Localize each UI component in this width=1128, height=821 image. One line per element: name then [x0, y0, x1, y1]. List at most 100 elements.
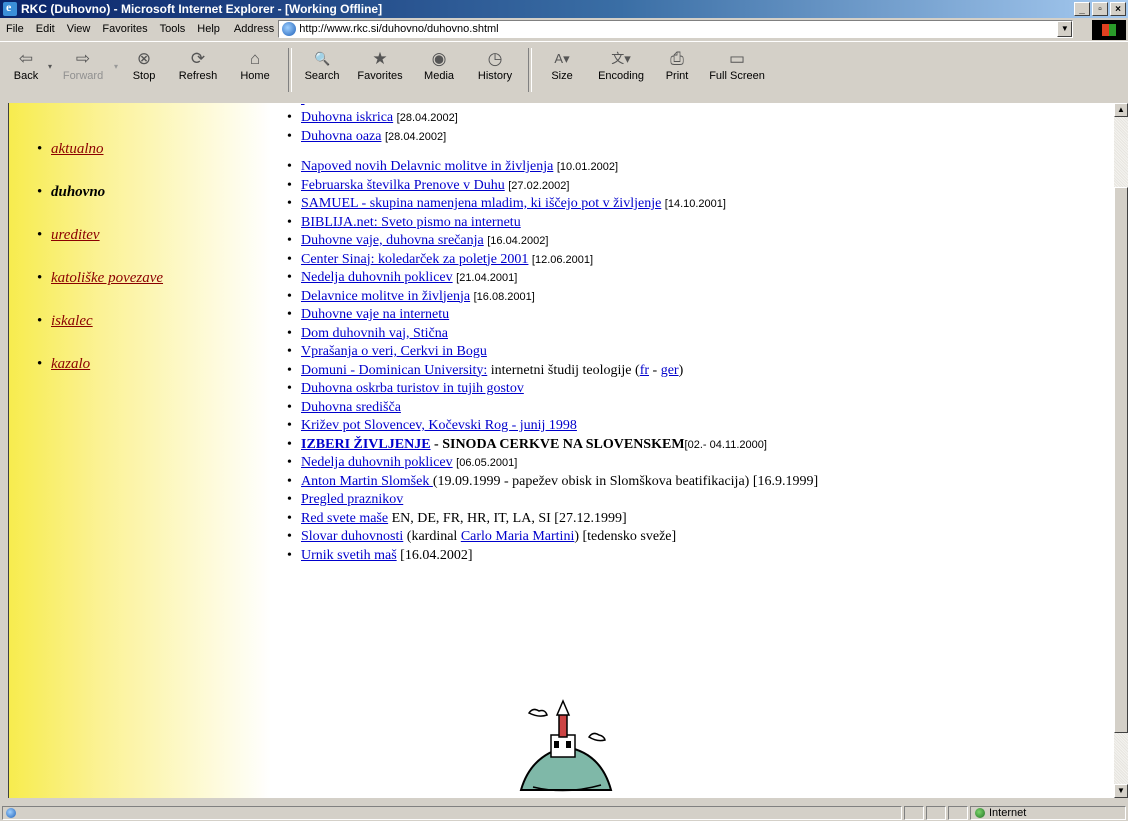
status-pane [926, 806, 946, 820]
sidebar-item-duhovno: • duhovno [37, 184, 106, 200]
list-text: internetni študij teologije ( [487, 362, 640, 378]
list-link[interactable]: Duhovne vaje na internetu [301, 307, 449, 322]
list-link[interactable]: Duhovne vaje, duhovna srečanja [301, 233, 484, 248]
print-icon: ⎙ [670, 49, 684, 68]
menu-view[interactable]: View [61, 23, 97, 35]
size-button[interactable]: A▾ Size [536, 42, 588, 94]
date-label: [14.10.2001] [664, 198, 726, 210]
sidebar-nav: • aktualno • duhovno • ureditev • katoliške … [37, 141, 163, 399]
scroll-down-icon[interactable]: ▼ [1114, 784, 1128, 798]
menu-bar: File Edit View Favorites Tools Help Addr… [0, 18, 1128, 40]
list-link[interactable]: Red svete maše [301, 511, 388, 526]
encoding-icon: 文▾ [611, 51, 631, 66]
list-link[interactable]: Duhovna oskrba turistov in tujih gostov [301, 381, 524, 396]
print-button[interactable]: ⎙ Print [654, 42, 700, 94]
list-link[interactable]: Center Sinaj: koledarček za poletje 2001 [301, 252, 528, 267]
status-text-pane [2, 806, 902, 820]
sidebar-link-aktualno[interactable]: aktualno [51, 141, 104, 158]
list-link[interactable]: Vprašanja o veri, Cerkvi in Bogu [301, 344, 487, 359]
list-link[interactable]: SAMUEL - skupina namenjena mladim, ki iš… [301, 196, 661, 211]
media-button[interactable]: ◉ Media [412, 42, 466, 94]
back-button[interactable]: ⇦ Back [4, 42, 48, 94]
list-link[interactable]: BIBLIJA.net: Sveto pismo na internetu [301, 215, 521, 230]
list-link[interactable]: Križev pot Slovencev, Kočevski Rog - jun… [301, 418, 577, 433]
page-icon [282, 22, 297, 36]
link-list: • •Duhovna iskrica [28.04.2002] •Duhovna… [287, 103, 818, 565]
list-link[interactable]: Delavnice molitve in življenja [301, 289, 470, 304]
sidebar-link-iskalec[interactable]: iskalec [51, 313, 93, 330]
list-link[interactable]: Pregled praznikov [301, 492, 403, 507]
list-item: • Duhovne vaje na internetu [287, 307, 450, 322]
scroll-thumb[interactable] [1114, 187, 1128, 733]
refresh-icon: ⟳ [190, 49, 206, 68]
sidebar-item-kazalo: • kazalo [37, 356, 91, 373]
list-item: • Duhovna središča [287, 399, 401, 415]
menu-file[interactable]: File [0, 23, 30, 35]
sidebar-item-katoliske-povezave: • katoliške povezave [37, 270, 164, 287]
list-link[interactable]: Duhovna oaza [301, 129, 381, 144]
list-link[interactable]: Duhovna iskrica [301, 110, 393, 125]
list-link[interactable]: Urnik svetih maš [301, 548, 397, 563]
left-sidebar: • aktualno • duhovno • ureditev • katoliške … [9, 103, 271, 798]
date-label: [28.04.2002] [384, 130, 447, 143]
sidebar-link-kazalo[interactable]: kazalo [51, 356, 90, 373]
list-item: • Domuni - Dominican University: internet… [287, 362, 684, 378]
internet-zone-icon [975, 808, 985, 818]
encoding-label: Encoding [598, 70, 644, 82]
sidebar-item-ureditev: • ureditev [37, 227, 100, 244]
list-item: • Anton Martin Slomšek (19.09.1999 - pape… [287, 473, 819, 489]
scroll-up-icon[interactable]: ▲ [1114, 103, 1128, 117]
history-button[interactable]: ◷ History [466, 42, 524, 94]
stop-icon: ⊗ [136, 49, 152, 68]
menu-edit[interactable]: Edit [30, 23, 61, 35]
close-button[interactable]: × [1110, 2, 1126, 16]
list-link[interactable]: Duhovna središča [301, 400, 401, 415]
list-item: • Duhovna oskrba turistov in tujih gostov [287, 381, 524, 396]
maximize-button[interactable]: ▫ [1092, 2, 1108, 16]
list-spacer [287, 146, 818, 158]
list-link-fr[interactable]: fr [640, 363, 649, 378]
list-link-ger[interactable]: ger [661, 363, 679, 378]
security-zone-label: Internet [989, 807, 1027, 819]
favorites-icon: ★ [372, 49, 388, 68]
sidebar-link-katoliske-povezave[interactable]: katoliške povezave [51, 270, 163, 287]
forward-button[interactable]: ⇨ Forward [52, 42, 114, 94]
home-button[interactable]: ⌂ Home [226, 42, 284, 94]
list-link[interactable]: Slovar duhovnosti [301, 529, 403, 544]
address-bar: Address http://www.rkc.si/duhovno/duhovn… [234, 20, 1074, 38]
list-link[interactable]: Anton Martin Slomšek [301, 474, 433, 489]
list-item: • IZBERI ŽIVLJENJE - SINODA CERKVE NA SLO… [287, 436, 818, 455]
vertical-scrollbar[interactable]: ▲ ▼ [1114, 103, 1128, 798]
address-input[interactable]: http://www.rkc.si/duhovno/duhovno.shtml … [278, 20, 1074, 38]
list-item: • Dom duhovnih vaj, Stična [287, 325, 448, 341]
list-link[interactable]: IZBERI ŽIVLJENJE [301, 437, 431, 452]
status-pane [904, 806, 924, 820]
refresh-button[interactable]: ⟳ Refresh [170, 42, 226, 94]
full-screen-button[interactable]: ▭ Full Screen [700, 42, 774, 94]
sidebar-link-ureditev[interactable]: ureditev [51, 227, 100, 244]
favorites-button[interactable]: ★ Favorites [348, 42, 412, 94]
encoding-button[interactable]: 文▾ Encoding [588, 42, 654, 94]
list-link[interactable]: Dom duhovnih vaj, Stična [301, 326, 448, 341]
back-label: Back [13, 70, 39, 82]
search-button[interactable]: 🔍 Search [296, 42, 348, 94]
menu-favorites[interactable]: Favorites [96, 23, 153, 35]
forward-arrow-icon: ⇨ [75, 49, 91, 68]
stop-button[interactable]: ⊗ Stop [118, 42, 170, 94]
list-link[interactable]: Nedelja duhovnih poklicev [301, 270, 453, 285]
menu-help[interactable]: Help [191, 23, 226, 35]
menu-tools[interactable]: Tools [154, 23, 192, 35]
list-item: • Duhovna oaza [28.04.2002] [287, 128, 447, 144]
date-label: [16.04.2002] [487, 235, 549, 247]
list-link[interactable]: Napoved novih Delavnic molitve in življe… [301, 159, 553, 174]
list-link[interactable]: Nedelja duhovnih poklicev [301, 455, 453, 470]
windows-logo-icon [1092, 20, 1126, 40]
list-link[interactable]: Domuni - Dominican University: [301, 363, 487, 378]
list-item: • Center Sinaj: koledarček za poletje 200… [287, 251, 594, 267]
stop-label: Stop [132, 70, 156, 82]
address-dropdown-icon[interactable]: ▼ [1057, 21, 1073, 37]
minimize-button[interactable]: _ [1074, 2, 1090, 16]
list-link[interactable]: Carlo Maria Martini [461, 529, 575, 544]
date-label: [16.08.2001] [473, 290, 535, 303]
list-link[interactable]: Februarska številka Prenove v Duhu [301, 178, 505, 193]
